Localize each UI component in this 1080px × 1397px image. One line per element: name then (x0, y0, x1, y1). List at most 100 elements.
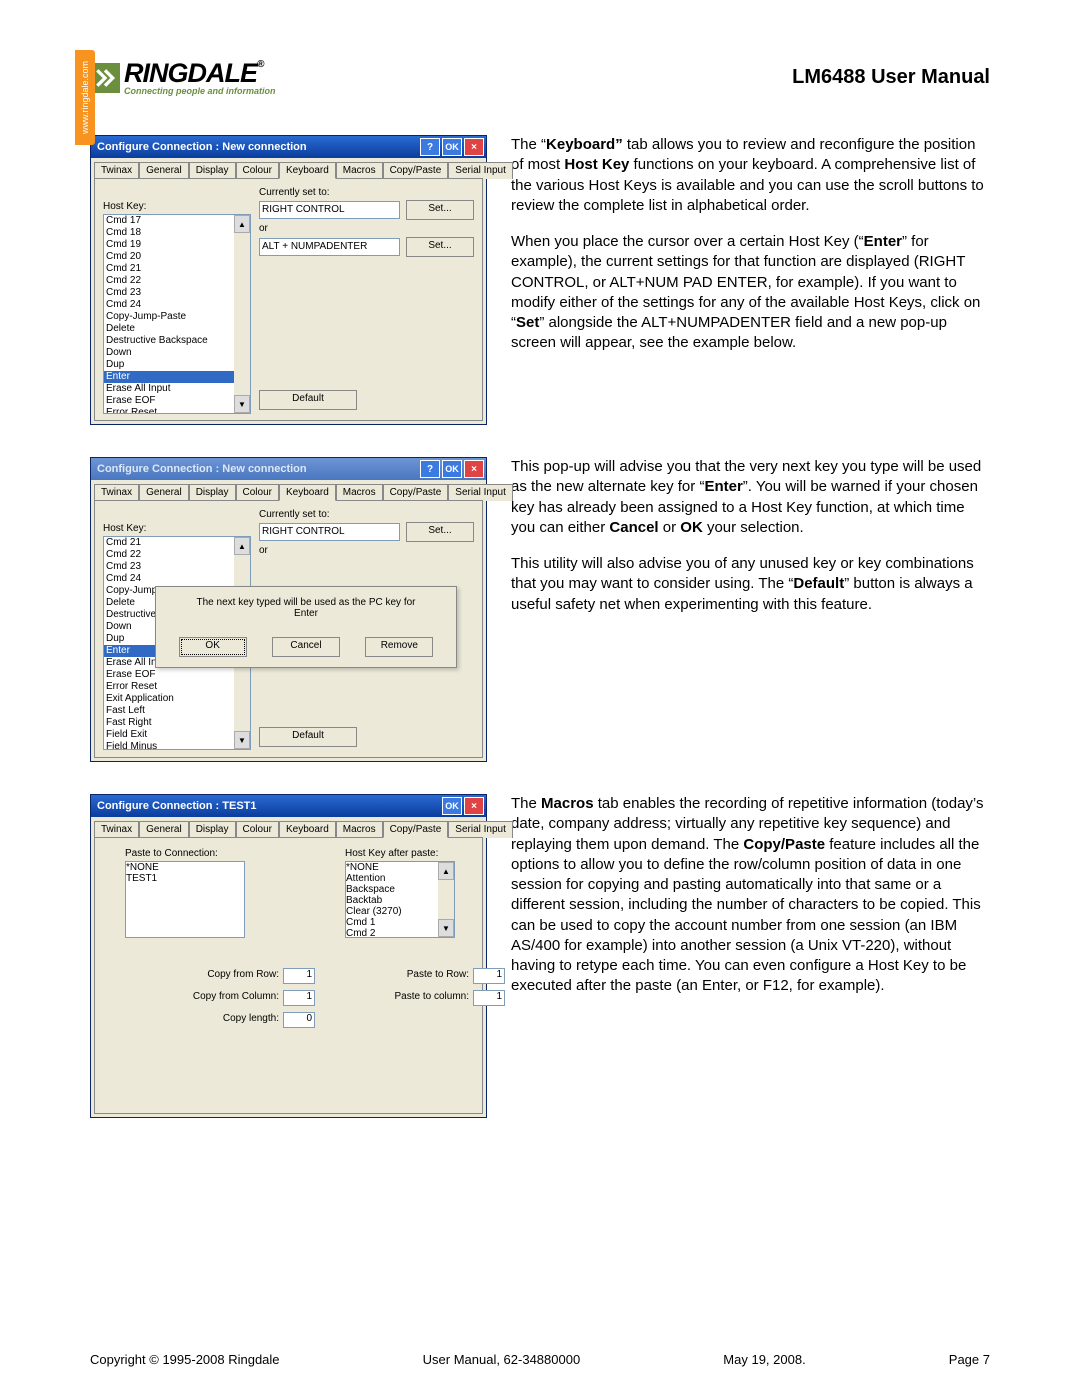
tab-colour[interactable]: Colour (236, 162, 279, 179)
scroll-down-icon[interactable]: ▼ (234, 395, 250, 413)
list-item[interactable]: Cmd 22 (104, 275, 250, 287)
tab-copypaste[interactable]: Copy/Paste (383, 484, 449, 501)
tab-macros[interactable]: Macros (336, 484, 383, 501)
list-item[interactable]: Field Minus (104, 741, 250, 750)
tab-twinax[interactable]: Twinax (94, 821, 139, 838)
help-button[interactable]: ? (420, 460, 440, 478)
tab-copypaste[interactable]: Copy/Paste (383, 162, 449, 179)
field-paste-col[interactable]: 1 (473, 990, 505, 1006)
scroll-up-icon[interactable]: ▲ (234, 215, 250, 233)
tab-serialinput[interactable]: Serial Input (448, 821, 513, 838)
field-alt-key[interactable]: ALT + NUMPADENTER (259, 238, 400, 256)
popup-msg-1: The next key typed will be used as the P… (166, 597, 446, 608)
tab-keyboard[interactable]: Keyboard (279, 821, 336, 838)
tab-serialinput[interactable]: Serial Input (448, 484, 513, 501)
key-after-listbox[interactable]: *NONEAttentionBackspaceBacktabClear (327… (345, 861, 455, 938)
close-button[interactable]: × (464, 797, 484, 815)
list-item[interactable]: Destructive Backspace (104, 335, 250, 347)
tab-keyboard[interactable]: Keyboard (279, 484, 336, 501)
list-item[interactable]: Error Reset (104, 681, 250, 693)
list-item[interactable]: Dup (104, 359, 250, 371)
help-button[interactable]: ? (420, 138, 440, 156)
tab-twinax[interactable]: Twinax (94, 162, 139, 179)
list-item[interactable]: Cmd 21 (104, 263, 250, 275)
popup-cancel-button[interactable]: Cancel (272, 637, 340, 657)
scrollbar[interactable]: ▲▼ (438, 862, 454, 937)
list-item[interactable]: Cmd 18 (104, 227, 250, 239)
ok-titlebar-button[interactable]: OK (442, 797, 462, 815)
scrollbar[interactable]: ▲▼ (234, 215, 250, 413)
field-primary-key[interactable]: RIGHT CONTROL (259, 201, 400, 219)
list-item[interactable]: Field Exit (104, 729, 250, 741)
tab-display[interactable]: Display (189, 484, 236, 501)
list-item[interactable]: Fast Left (104, 705, 250, 717)
footer: Copyright © 1995-2008 Ringdale User Manu… (90, 1352, 990, 1367)
list-item[interactable]: *NONE (126, 862, 244, 873)
tab-serialinput[interactable]: Serial Input (448, 162, 513, 179)
scroll-up-icon[interactable]: ▲ (234, 537, 250, 555)
close-button[interactable]: × (464, 138, 484, 156)
list-item[interactable]: Erase EOF (104, 395, 250, 407)
label-hostkey: Host Key: (103, 523, 251, 534)
tab-display[interactable]: Display (189, 821, 236, 838)
footer-page: Page 7 (949, 1352, 990, 1367)
scroll-down-icon[interactable]: ▼ (438, 919, 454, 937)
label-currently-set: Currently set to: (259, 509, 474, 520)
tab-general[interactable]: General (139, 162, 189, 179)
close-button[interactable]: × (464, 460, 484, 478)
tab-display[interactable]: Display (189, 162, 236, 179)
footer-copyright: Copyright © 1995-2008 Ringdale (90, 1352, 280, 1367)
tab-copypaste[interactable]: Copy/Paste (383, 821, 449, 838)
default-button[interactable]: Default (259, 390, 357, 410)
popup-ok-button[interactable]: OK (179, 637, 247, 657)
list-item[interactable]: Error Reset (104, 407, 250, 414)
scroll-down-icon[interactable]: ▼ (234, 731, 250, 749)
list-item[interactable]: Cmd 24 (104, 573, 250, 585)
footer-date: May 19, 2008. (723, 1352, 805, 1367)
field-copy-row[interactable]: 1 (283, 968, 315, 984)
list-item[interactable]: Cmd 20 (104, 251, 250, 263)
tab-colour[interactable]: Colour (236, 484, 279, 501)
field-copy-col[interactable]: 1 (283, 990, 315, 1006)
ok-titlebar-button[interactable]: OK (442, 460, 462, 478)
tab-general[interactable]: General (139, 821, 189, 838)
list-item[interactable]: Copy-Jump-Paste (104, 311, 250, 323)
field-paste-row[interactable]: 1 (473, 968, 505, 984)
list-item[interactable]: Cmd 23 (104, 561, 250, 573)
list-item[interactable]: Down (104, 347, 250, 359)
list-item[interactable]: TEST1 (126, 873, 244, 884)
ok-titlebar-button[interactable]: OK (442, 138, 462, 156)
default-button[interactable]: Default (259, 727, 357, 747)
list-item[interactable]: Erase All Input (104, 383, 250, 395)
window-caption: Configure Connection : New connection (97, 463, 307, 475)
list-item[interactable]: Delete (104, 323, 250, 335)
tab-macros[interactable]: Macros (336, 821, 383, 838)
scroll-up-icon[interactable]: ▲ (438, 862, 454, 880)
tab-keyboard[interactable]: Keyboard (279, 162, 336, 179)
list-item[interactable]: Cmd 22 (104, 549, 250, 561)
list-item[interactable]: Fast Right (104, 717, 250, 729)
list-item[interactable]: Cmd 21 (104, 537, 250, 549)
titlebar-inactive: Configure Connection : New connection ? … (91, 458, 486, 480)
tab-colour[interactable]: Colour (236, 821, 279, 838)
list-item[interactable]: Cmd 19 (104, 239, 250, 251)
key-capture-popup: The next key typed will be used as the P… (155, 586, 457, 668)
list-item[interactable]: Cmd 17 (104, 215, 250, 227)
list-item[interactable]: Cmd 23 (104, 287, 250, 299)
popup-remove-button[interactable]: Remove (365, 637, 433, 657)
set-button-1[interactable]: Set... (406, 522, 474, 542)
set-button-1[interactable]: Set... (406, 200, 474, 220)
field-primary-key[interactable]: RIGHT CONTROL (259, 523, 400, 541)
list-item[interactable]: Erase EOF (104, 669, 250, 681)
list-item[interactable]: Enter (104, 371, 250, 383)
field-copy-len[interactable]: 0 (283, 1012, 315, 1028)
list-item[interactable]: Exit Application (104, 693, 250, 705)
hostkey-listbox[interactable]: Cmd 17Cmd 18Cmd 19Cmd 20Cmd 21Cmd 22Cmd … (103, 214, 251, 414)
tab-twinax[interactable]: Twinax (94, 484, 139, 501)
section-copypaste: Configure Connection : TEST1 OK × Twinax… (90, 794, 990, 1118)
list-item[interactable]: Cmd 24 (104, 299, 250, 311)
tab-general[interactable]: General (139, 484, 189, 501)
paste-listbox[interactable]: *NONETEST1 (125, 861, 245, 938)
set-button-2[interactable]: Set... (406, 237, 474, 257)
tab-macros[interactable]: Macros (336, 162, 383, 179)
